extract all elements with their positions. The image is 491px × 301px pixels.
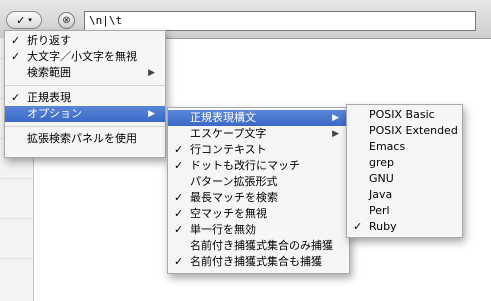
menu-item-label: 拡張検索パネルを使用 xyxy=(27,132,137,145)
menu-separator xyxy=(5,85,165,86)
menu-item-label: Java xyxy=(369,188,393,201)
menu-item-label: 行コンテキスト xyxy=(190,143,267,156)
checkmark-icon: ✓ xyxy=(16,13,26,27)
checkmark-icon: ✓ xyxy=(174,159,184,172)
menu-item-ignore-case[interactable]: ✓ 大文字／小文字を無視 xyxy=(5,49,165,65)
menu-item-search-scope[interactable]: 検索範囲 ▶ xyxy=(5,65,165,81)
checkmark-icon: ✓ xyxy=(11,91,21,104)
options-submenu: 正規表現構文 ▶ エスケープ文字 ▶ ✓ 行コンテキスト ✓ ドットも改行にマッ… xyxy=(167,107,350,274)
menu-item-label: 名前付き捕獲式集合も捕獲 xyxy=(190,255,322,268)
menu-item-escape-char[interactable]: エスケープ文字 ▶ xyxy=(168,126,349,142)
menu-item-disable-single-line[interactable]: ✓ 単一行を無効 xyxy=(168,222,349,238)
menu-item-capture-named-also[interactable]: ✓ 名前付き捕獲式集合も捕獲 xyxy=(168,254,349,270)
menu-item-label: 大文字／小文字を無視 xyxy=(27,50,137,63)
menu-item-label: Perl xyxy=(369,204,390,217)
menu-item-label: 最長マッチを検索 xyxy=(190,191,278,204)
menu-item-java[interactable]: Java xyxy=(347,187,462,203)
menu-item-posix-extended[interactable]: POSIX Extended xyxy=(347,123,462,139)
checkmark-icon: ✓ xyxy=(174,255,184,268)
menu-item-label: 正規表現構文 xyxy=(190,111,256,124)
submenu-arrow-icon: ▶ xyxy=(332,113,339,123)
chevron-down-icon: ▾ xyxy=(28,16,32,24)
submenu-arrow-icon: ▶ xyxy=(332,129,339,139)
menu-item-ruby[interactable]: ✓ Ruby xyxy=(347,219,462,235)
menu-item-posix-basic[interactable]: POSIX Basic xyxy=(347,107,462,123)
menu-item-label: Emacs xyxy=(369,140,406,153)
menu-item-capture-named-only[interactable]: 名前付き捕獲式集合のみ捕獲 xyxy=(168,238,349,254)
menu-item-ignore-empty-match[interactable]: ✓ 空マッチを無視 xyxy=(168,206,349,222)
checkmark-icon: ✓ xyxy=(11,50,21,63)
menu-item-emacs[interactable]: Emacs xyxy=(347,139,462,155)
menu-item-label: エスケープ文字 xyxy=(190,127,267,140)
menu-item-label: Ruby xyxy=(369,220,397,233)
checkmark-icon: ✓ xyxy=(174,191,184,204)
menu-item-label: 単一行を無効 xyxy=(190,223,256,236)
menu-item-label: POSIX Extended xyxy=(369,124,458,137)
menu-item-options[interactable]: オプション ▶ xyxy=(5,106,165,122)
checkmark-icon: ✓ xyxy=(11,34,21,47)
menu-item-grep[interactable]: grep xyxy=(347,155,462,171)
regex-syntax-submenu: POSIX Basic POSIX Extended Emacs grep GN… xyxy=(346,104,463,238)
submenu-arrow-icon: ▶ xyxy=(148,68,155,78)
menu-item-regex-syntax[interactable]: 正規表現構文 ▶ xyxy=(168,110,349,126)
menu-item-advanced-panel[interactable]: 拡張検索パネルを使用 xyxy=(5,131,165,147)
menu-item-regex[interactable]: ✓ 正規表現 xyxy=(5,90,165,106)
clear-icon: ⊗ xyxy=(62,15,71,26)
menu-item-gnu[interactable]: GNU xyxy=(347,171,462,187)
menu-item-label: 正規表現 xyxy=(27,91,71,104)
menu-item-longest-match[interactable]: ✓ 最長マッチを検索 xyxy=(168,190,349,206)
menu-item-label: オプション xyxy=(27,107,82,120)
checkmark-icon: ✓ xyxy=(353,220,363,233)
menu-item-line-context[interactable]: ✓ 行コンテキスト xyxy=(168,142,349,158)
checkmark-icon: ✓ xyxy=(174,143,184,156)
menu-item-label: GNU xyxy=(369,172,394,185)
menu-item-label: grep xyxy=(369,156,395,169)
menu-separator xyxy=(5,126,165,127)
menu-item-perl[interactable]: Perl xyxy=(347,203,462,219)
clear-button[interactable]: ⊗ xyxy=(58,12,75,29)
menu-item-wrap-around[interactable]: ✓ 折り返す xyxy=(5,33,165,49)
menu-item-label: パターン拡張形式 xyxy=(190,175,278,188)
menu-item-label: 空マッチを無視 xyxy=(190,207,267,220)
menu-item-label: ドットも改行にマッチ xyxy=(190,159,300,172)
options-menu-button[interactable]: ✓ ▾ xyxy=(6,11,42,29)
menu-item-extended-pattern[interactable]: パターン拡張形式 xyxy=(168,174,349,190)
menu-item-dot-matches-newline[interactable]: ✓ ドットも改行にマッチ xyxy=(168,158,349,174)
search-input[interactable]: \n|\t xyxy=(84,11,476,31)
menu-item-label: POSIX Basic xyxy=(369,108,435,121)
submenu-arrow-icon: ▶ xyxy=(148,109,155,119)
search-options-menu: ✓ 折り返す ✓ 大文字／小文字を無視 検索範囲 ▶ ✓ 正規表現 オプション … xyxy=(4,30,166,158)
checkmark-icon: ✓ xyxy=(174,207,184,220)
menu-item-label: 検索範囲 xyxy=(27,66,71,79)
menu-item-label: 折り返す xyxy=(27,34,71,47)
checkmark-icon: ✓ xyxy=(174,223,184,236)
menu-item-label: 名前付き捕獲式集合のみ捕獲 xyxy=(190,239,333,252)
